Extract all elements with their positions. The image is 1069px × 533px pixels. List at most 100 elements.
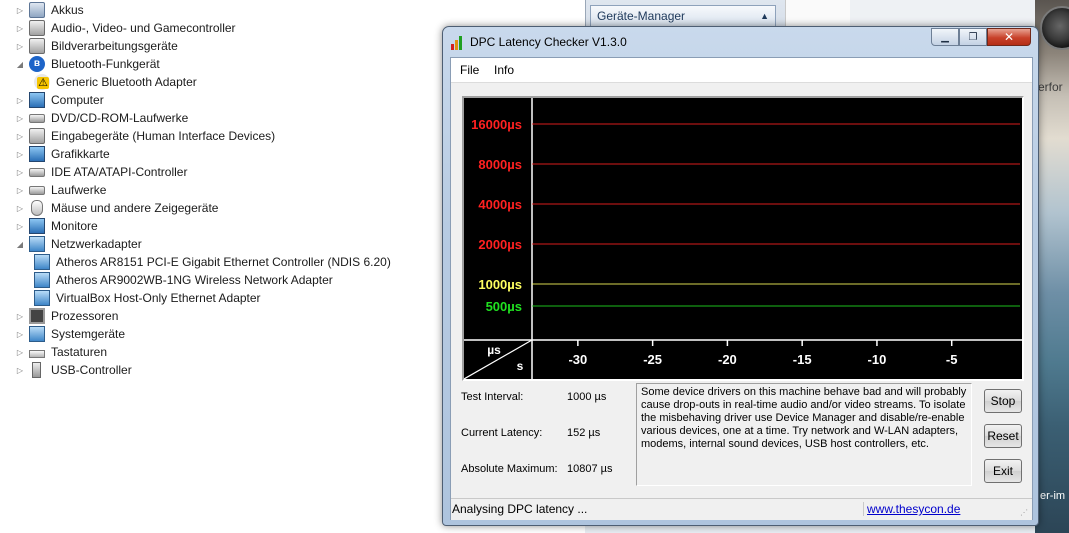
tree-item-label: Prozessoren bbox=[51, 309, 119, 323]
tree-category[interactable]: ▷ Akkus bbox=[15, 1, 84, 19]
bluetooth-icon: ʙ bbox=[29, 56, 45, 72]
tree-item-label: Akkus bbox=[51, 3, 84, 17]
tree-item-label: Eingabegeräte (Human Interface Devices) bbox=[51, 129, 276, 143]
tree-device[interactable]: Atheros AR9002WB-1NG Wireless Network Ad… bbox=[34, 271, 333, 289]
minimize-button[interactable]: ▁ bbox=[931, 28, 959, 46]
device-manager-panel-label: Geräte-Manager bbox=[597, 9, 686, 23]
processor-icon bbox=[29, 308, 45, 324]
tree-category[interactable]: ▷ Computer bbox=[15, 91, 104, 109]
tree-item-label: Netzwerkadapter bbox=[51, 237, 142, 251]
battery-icon bbox=[29, 2, 45, 18]
status-text: Analysing DPC latency ... bbox=[452, 502, 864, 516]
ide-controller-icon bbox=[29, 167, 45, 177]
tree-item-label: Bluetooth-Funkgerät bbox=[51, 57, 160, 71]
device-tree: ▷ Akkus ▷ Audio-, Video- und Gamecontroller… bbox=[0, 0, 440, 533]
window-title: DPC Latency Checker V1.3.0 bbox=[470, 35, 627, 49]
expand-arrow-icon[interactable]: ▷ bbox=[15, 312, 25, 321]
tree-category[interactable]: ▷ Mäuse und andere Zeigegeräte bbox=[15, 199, 218, 217]
latency-chart-svg: 16000µs 8000µs 4000µs 2000µs 1000µs 500µs -30 -… bbox=[464, 98, 1022, 379]
device-manager-panel-title[interactable]: Geräte-Manager ▲ bbox=[590, 5, 776, 27]
display-adapter-icon bbox=[29, 146, 45, 162]
monitor-icon bbox=[29, 218, 45, 234]
warning-message: Some device drivers on this machine beha… bbox=[636, 383, 972, 486]
network-adapter-icon bbox=[29, 236, 45, 252]
menu-info[interactable]: Info bbox=[494, 63, 514, 77]
stop-button[interactable]: Stop bbox=[984, 389, 1022, 413]
tree-category[interactable]: ▷ Bildverarbeitungsgeräte bbox=[15, 37, 178, 55]
tree-item-label: Generic Bluetooth Adapter bbox=[56, 75, 197, 89]
current-latency-label: Current Latency: bbox=[461, 427, 543, 439]
menu-file[interactable]: File bbox=[460, 63, 479, 77]
tree-category[interactable]: ▷ Laufwerke bbox=[15, 181, 106, 199]
current-latency-value: 152 µs bbox=[567, 427, 601, 439]
tree-device[interactable]: Atheros AR8151 PCI-E Gigabit Ethernet Co… bbox=[34, 253, 391, 271]
hid-icon bbox=[29, 128, 45, 144]
tree-item-label: Monitore bbox=[51, 219, 98, 233]
tree-category[interactable]: ◢ Netzwerkadapter bbox=[15, 235, 142, 253]
background-text-2: er-im bbox=[1040, 490, 1066, 502]
website-link[interactable]: www.thesycon.de bbox=[867, 502, 960, 516]
y-tick-label: 4000µs bbox=[478, 197, 522, 212]
tree-category[interactable]: ▷ Tastaturen bbox=[15, 343, 107, 361]
expand-arrow-icon[interactable]: ▷ bbox=[15, 204, 25, 213]
title-bar[interactable]: DPC Latency Checker V1.3.0 ▁ ❐ ✕ bbox=[443, 27, 1038, 55]
tree-category[interactable]: ▷ USB-Controller bbox=[15, 361, 132, 379]
tree-category[interactable]: ▷ DVD/CD-ROM-Laufwerke bbox=[15, 109, 188, 127]
tree-category[interactable]: ▷ Monitore bbox=[15, 217, 98, 235]
maximize-button[interactable]: ❐ bbox=[959, 28, 987, 46]
network-adapter-icon bbox=[34, 272, 50, 288]
tree-category[interactable]: ▷ Systemgeräte bbox=[15, 325, 125, 343]
tree-item-label: VirtualBox Host-Only Ethernet Adapter bbox=[56, 291, 261, 305]
exit-button[interactable]: Exit bbox=[984, 459, 1022, 483]
tree-item-label: Bildverarbeitungsgeräte bbox=[51, 39, 178, 53]
expand-arrow-icon[interactable]: ▷ bbox=[15, 222, 25, 231]
tree-category[interactable]: ▷ Prozessoren bbox=[15, 307, 118, 325]
app-icon bbox=[451, 36, 465, 50]
close-button[interactable]: ✕ bbox=[987, 28, 1031, 46]
tree-item-label: Grafikkarte bbox=[51, 147, 110, 161]
tree-item-label: Computer bbox=[51, 93, 104, 107]
tree-item-label: Audio-, Video- und Gamecontroller bbox=[51, 21, 236, 35]
expand-arrow-icon[interactable]: ▷ bbox=[15, 6, 25, 15]
expand-arrow-icon[interactable]: ▷ bbox=[15, 186, 25, 195]
x-tick-label: -5 bbox=[946, 352, 958, 367]
expand-arrow-icon[interactable]: ▷ bbox=[15, 150, 25, 159]
tree-device[interactable]: VirtualBox Host-Only Ethernet Adapter bbox=[34, 289, 261, 307]
x-tick-label: -25 bbox=[643, 352, 662, 367]
latency-chart: 16000µs 8000µs 4000µs 2000µs 1000µs 500µs -30 -… bbox=[462, 96, 1024, 381]
collapse-arrow-icon[interactable]: ▲ bbox=[760, 6, 769, 26]
expand-arrow-icon[interactable]: ▷ bbox=[15, 366, 25, 375]
tree-item-label: Atheros AR9002WB-1NG Wireless Network Ad… bbox=[56, 273, 333, 287]
tree-category[interactable]: ◢ ʙ Bluetooth-Funkgerät bbox=[15, 55, 160, 73]
tree-item-label: Mäuse und andere Zeigegeräte bbox=[51, 201, 219, 215]
tree-item-label: IDE ATA/ATAPI-Controller bbox=[51, 165, 188, 179]
expand-arrow-icon[interactable]: ▷ bbox=[15, 348, 25, 357]
tree-device[interactable]: ʙ⚠ Generic Bluetooth Adapter bbox=[34, 73, 197, 91]
expand-arrow-icon[interactable]: ▷ bbox=[15, 96, 25, 105]
menu-bar: File Info bbox=[451, 58, 1032, 83]
expand-arrow-icon[interactable]: ▷ bbox=[15, 132, 25, 141]
tree-category[interactable]: ▷ Audio-, Video- und Gamecontroller bbox=[15, 19, 236, 37]
tree-category[interactable]: ▷ Eingabegeräte (Human Interface Devices) bbox=[15, 127, 275, 145]
expand-arrow-icon[interactable]: ▷ bbox=[15, 168, 25, 177]
absolute-maximum-value: 10807 µs bbox=[567, 463, 613, 475]
collapse-arrow-icon[interactable]: ◢ bbox=[15, 60, 25, 69]
tree-category[interactable]: ▷ IDE ATA/ATAPI-Controller bbox=[15, 163, 188, 181]
status-bar: Analysing DPC latency ... www.thesycon.d… bbox=[451, 498, 1032, 520]
network-adapter-icon bbox=[34, 254, 50, 270]
collapse-arrow-icon[interactable]: ◢ bbox=[15, 240, 25, 249]
computer-icon bbox=[29, 92, 45, 108]
disc-drive-icon bbox=[29, 113, 45, 123]
usb-icon bbox=[32, 362, 41, 378]
network-adapter-icon bbox=[34, 290, 50, 306]
resize-grip-icon[interactable]: ⋰ bbox=[1020, 508, 1030, 518]
test-interval-label: Test Interval: bbox=[461, 391, 524, 403]
y-unit-label: µs bbox=[487, 343, 501, 357]
expand-arrow-icon[interactable]: ▷ bbox=[15, 42, 25, 51]
expand-arrow-icon[interactable]: ▷ bbox=[15, 24, 25, 33]
tree-category[interactable]: ▷ Grafikkarte bbox=[15, 145, 110, 163]
expand-arrow-icon[interactable]: ▷ bbox=[15, 330, 25, 339]
y-tick-label: 16000µs bbox=[471, 117, 522, 132]
reset-button[interactable]: Reset bbox=[984, 424, 1022, 448]
expand-arrow-icon[interactable]: ▷ bbox=[15, 114, 25, 123]
